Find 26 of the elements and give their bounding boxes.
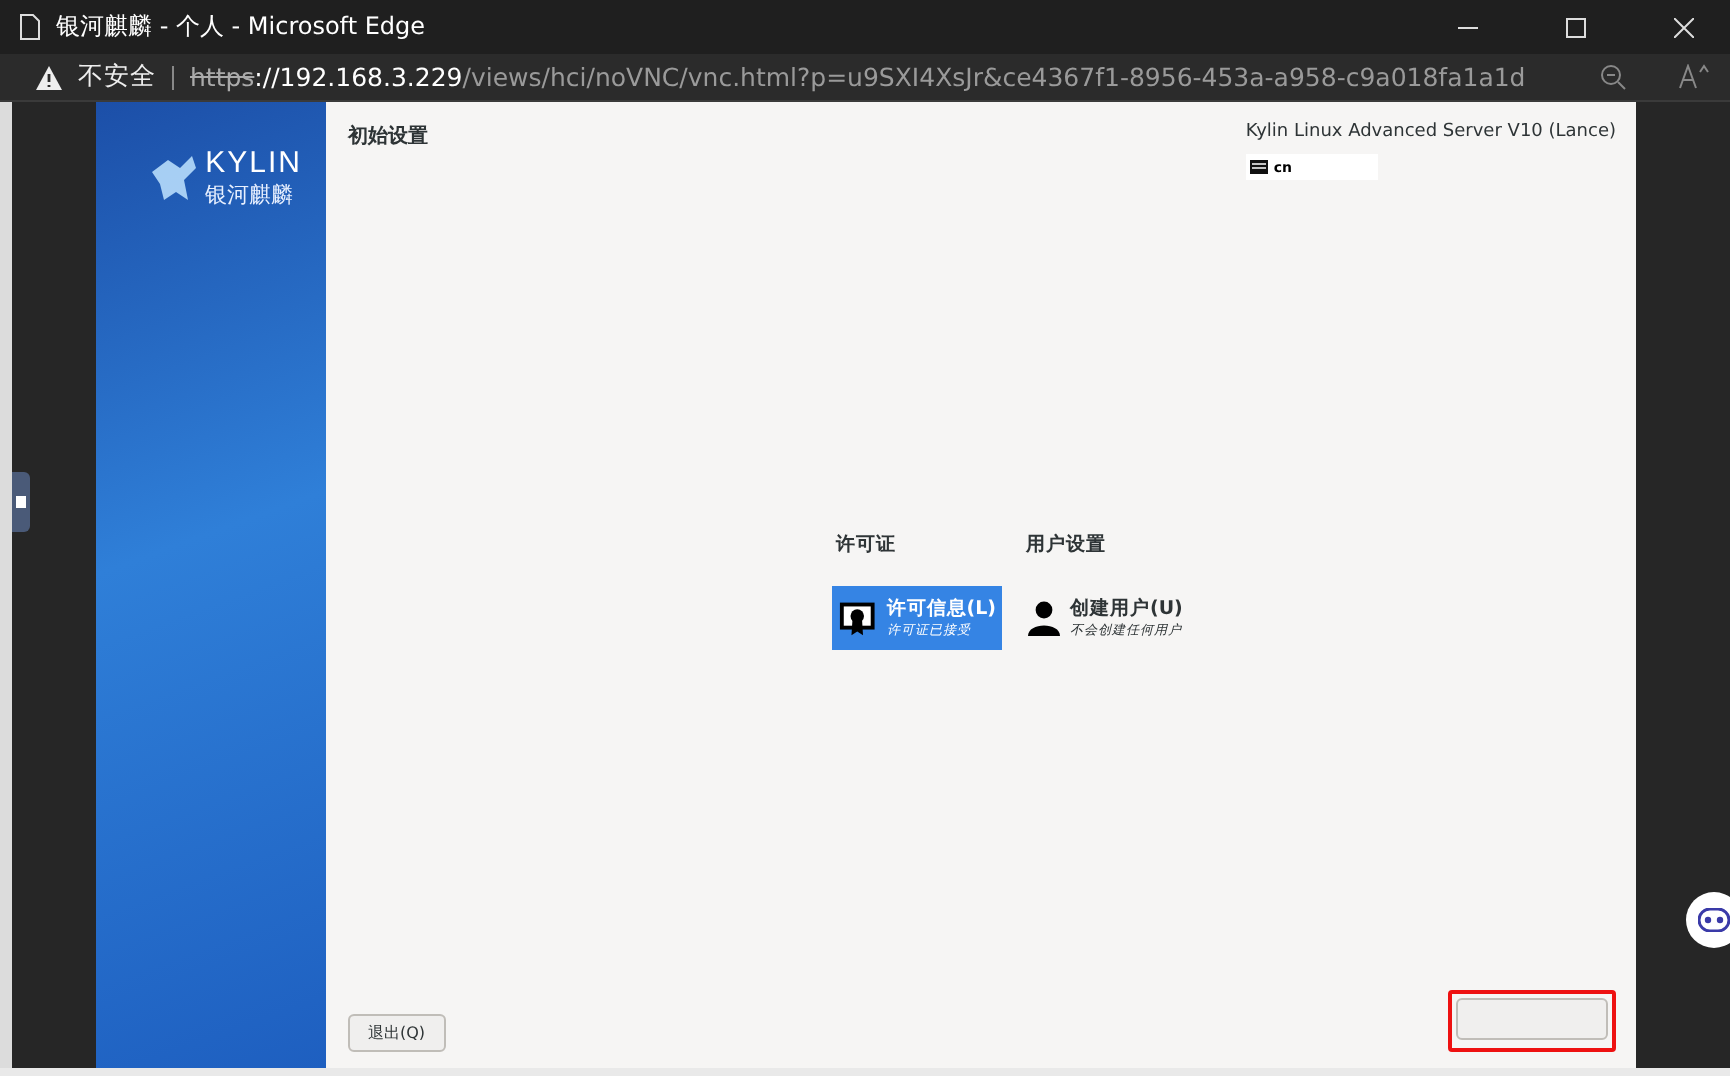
user-icon [1028,600,1060,636]
close-icon [1674,17,1694,37]
assistant-bubble[interactable] [1686,892,1730,948]
logo-subtitle: 银河麒麟 [205,180,296,210]
address-field[interactable]: https://192.168.3.229/views/hci/noVNC/vnc.html?p=u9SXI4XsJr&ce4367f1-8956-453a-a958-c9a018fa1a1d [190,62,1584,92]
zoom-out-icon[interactable] [1600,64,1626,90]
security-label[interactable]: 不安全 [78,60,156,94]
spoke-title: 许可信息(L) [886,596,996,622]
quit-button[interactable]: 退出(Q) [348,1014,446,1052]
logo-text: KYLIN [205,146,302,180]
window-title: 银河麒麟 - 个人 - Microsoft Edge [56,10,428,44]
page-title: 初始设置 [348,122,428,152]
section-heading: 许可证 [833,532,898,558]
handle-icon [16,496,26,508]
keyboard-icon [1249,160,1268,174]
warning-icon [36,65,62,89]
maximize-icon [1566,17,1586,37]
panel-handle[interactable] [12,472,30,532]
page-icon [20,14,40,40]
face-icon [1698,908,1730,932]
section-heading: 用户设置 [1024,532,1108,558]
logo-icon [147,152,200,204]
spoke-title: 创建用户(U) [1070,596,1183,622]
read-aloud-icon[interactable] [1678,64,1710,90]
product-name: Kylin Linux Advanced Server V10 (Lance) [1245,122,1616,142]
certificate-icon [838,598,877,638]
